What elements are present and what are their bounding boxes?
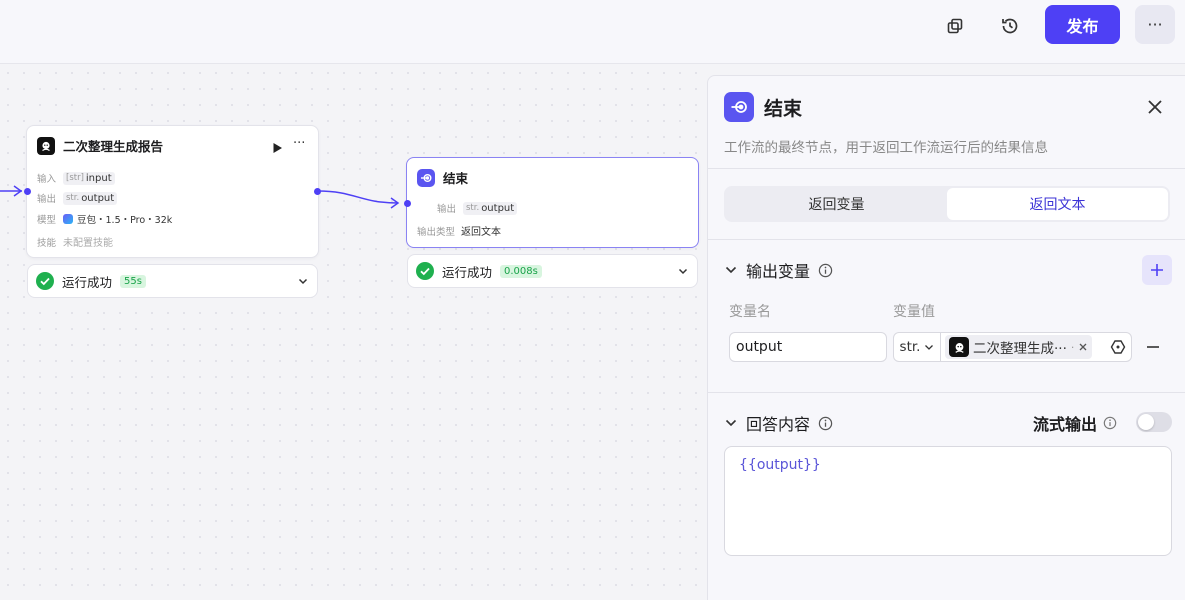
output-chip: str. output xyxy=(63,191,118,205)
divider xyxy=(708,239,1185,240)
collapse-chevron-icon[interactable] xyxy=(724,263,738,277)
node-title: 结束 xyxy=(443,171,469,186)
publish-button[interactable]: 发布 xyxy=(1045,5,1120,44)
node-llm-report[interactable]: 二次整理生成报告 ··· 输入 [str] input 输出 str. output… xyxy=(26,125,319,258)
status-time-badge: 0.008s xyxy=(500,264,542,278)
answer-content-editor[interactable]: {{output}} xyxy=(724,446,1172,556)
close-icon[interactable] xyxy=(1144,96,1166,118)
copy-icon[interactable] xyxy=(939,10,971,42)
stream-output-label: 流式输出 xyxy=(1033,415,1098,434)
node-config-panel: 结束 工作流的最终节点，用于返回工作流运行后的结果信息 返回变量 返回文本 输出… xyxy=(707,75,1185,600)
divider xyxy=(708,392,1185,393)
type-select[interactable]: str. xyxy=(894,333,941,361)
remove-reference-icon[interactable] xyxy=(1078,342,1088,352)
end-run-status[interactable]: 运行成功 0.008s xyxy=(407,254,698,288)
top-toolbar: 发布 ··· xyxy=(0,0,1185,64)
variable-value-field[interactable]: str. 二次整理生成··· · xyxy=(893,332,1132,362)
bot-avatar-icon xyxy=(949,337,969,357)
end-node-icon xyxy=(417,168,435,187)
end-input-port[interactable] xyxy=(404,200,411,207)
history-icon[interactable] xyxy=(994,10,1026,42)
more-icon: ··· xyxy=(1147,15,1163,34)
variable-name-input[interactable]: output xyxy=(729,332,887,362)
collapse-chevron-icon[interactable] xyxy=(724,416,738,430)
stream-output-toggle[interactable] xyxy=(1136,412,1172,432)
reference-chip[interactable]: 二次整理生成··· · xyxy=(945,335,1093,359)
run-node-icon[interactable] xyxy=(272,139,283,158)
success-check-icon xyxy=(416,262,434,280)
node-title: 二次整理生成报告 xyxy=(63,139,164,154)
chevron-down-icon[interactable] xyxy=(677,265,689,277)
section-title-answer: 回答内容 xyxy=(746,415,811,434)
reference-label: 二次整理生成··· xyxy=(973,341,1067,357)
section-title-output-vars: 输出变量 xyxy=(746,262,811,281)
input-chip: [str] input xyxy=(63,171,115,185)
status-text: 运行成功 xyxy=(62,274,113,290)
skill-value: 未配置技能 xyxy=(63,238,113,249)
variable-picker-icon[interactable] xyxy=(1109,338,1127,356)
add-variable-button[interactable] xyxy=(1142,255,1172,285)
llm-run-status[interactable]: 运行成功 55s xyxy=(27,264,318,298)
end-node-icon xyxy=(724,92,754,122)
divider xyxy=(708,168,1185,169)
model-name: 豆包・1.5・Pro・32k xyxy=(77,215,173,226)
output-type-value: 返回文本 xyxy=(461,227,501,238)
col-label-var-name: 变量名 xyxy=(729,304,771,320)
panel-description: 工作流的最终节点，用于返回工作流运行后的结果信息 xyxy=(724,140,1048,156)
chevron-down-icon[interactable] xyxy=(297,275,309,287)
node-end[interactable]: 结束 输出 str. output 输出类型 返回文本 xyxy=(406,157,699,248)
info-icon[interactable] xyxy=(1103,416,1117,430)
status-text: 运行成功 xyxy=(442,264,493,280)
chevron-down-icon xyxy=(925,345,934,350)
panel-title: 结束 xyxy=(764,98,803,120)
success-check-icon xyxy=(36,272,54,290)
return-mode-tabs: 返回变量 返回文本 xyxy=(724,186,1170,222)
more-options-button[interactable]: ··· xyxy=(1135,5,1175,44)
plus-icon xyxy=(1151,264,1163,276)
node-more-icon[interactable]: ··· xyxy=(293,136,305,151)
info-icon[interactable] xyxy=(818,263,833,278)
status-time-badge: 55s xyxy=(120,274,146,288)
remove-variable-icon[interactable] xyxy=(1145,339,1161,355)
output-chip: str. output xyxy=(463,201,518,215)
tab-return-variable[interactable]: 返回变量 xyxy=(726,188,947,220)
model-logo-icon xyxy=(63,214,73,224)
llm-input-port[interactable] xyxy=(24,188,31,195)
col-label-var-value: 变量值 xyxy=(893,304,935,320)
bot-avatar-icon xyxy=(37,136,55,155)
tab-return-text[interactable]: 返回文本 xyxy=(947,188,1168,220)
info-icon[interactable] xyxy=(818,416,833,431)
llm-output-port[interactable] xyxy=(314,188,321,195)
